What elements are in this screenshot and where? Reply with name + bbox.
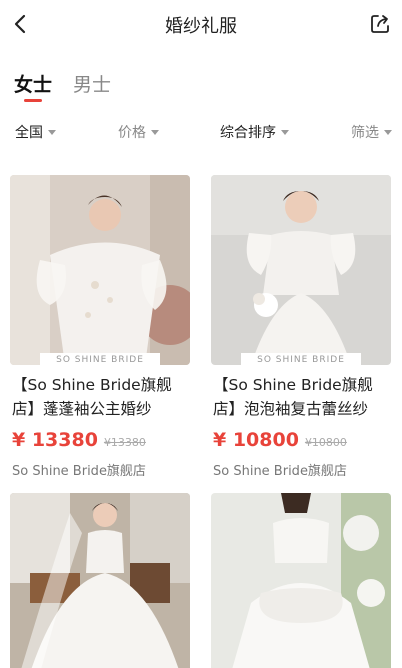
product-list-page: 婚纱礼服 女士 男士 全国 价格 综合排序 筛选 SO SHINE BRIDE … [0, 0, 402, 668]
shop-name: So Shine Bride旗舰店 [12, 464, 146, 479]
product-image [211, 493, 391, 668]
product-image [10, 493, 190, 668]
more-filter[interactable]: 筛选 [351, 122, 392, 142]
product-price: ¥ 10800 ¥10800 [213, 429, 347, 451]
caret-down-icon [151, 129, 159, 135]
product-image [211, 175, 391, 365]
tab-active-indicator [24, 99, 42, 102]
filter-bar: 全国 价格 综合排序 筛选 [0, 118, 402, 144]
tab-men[interactable]: 男士 [73, 70, 111, 97]
sort-filter[interactable]: 综合排序 [220, 122, 289, 142]
sort-filter-label: 综合排序 [220, 125, 276, 141]
original-price: ¥10800 [304, 436, 347, 449]
product-image [10, 175, 190, 365]
caret-down-icon [48, 129, 56, 135]
price-filter[interactable]: 价格 [118, 122, 159, 142]
caret-down-icon [384, 129, 392, 135]
tab-women[interactable]: 女士 [14, 70, 52, 97]
product-title: 【So Shine Bride旗舰店】蓬蓬袖公主婚纱 [12, 376, 172, 418]
brand-watermark: SO SHINE BRIDE [241, 353, 361, 367]
share-icon [371, 15, 389, 33]
back-button[interactable] [8, 10, 32, 38]
share-button[interactable] [366, 10, 394, 38]
chevron-left-icon [14, 14, 26, 34]
page-title: 婚纱礼服 [165, 16, 237, 37]
product-title: 【So Shine Bride旗舰店】泡泡袖复古蕾丝纱 [213, 376, 373, 418]
product-price: ¥ 13380 ¥13380 [12, 429, 146, 451]
region-filter-label: 全国 [15, 125, 43, 141]
price-filter-label: 价格 [118, 125, 146, 141]
caret-down-icon [281, 129, 289, 135]
shop-name: So Shine Bride旗舰店 [213, 464, 347, 479]
region-filter[interactable]: 全国 [15, 122, 56, 142]
current-price: ¥ 13380 [12, 429, 98, 451]
more-filter-label: 筛选 [351, 125, 379, 141]
current-price: ¥ 10800 [213, 429, 299, 451]
brand-watermark: SO SHINE BRIDE [40, 353, 160, 367]
original-price: ¥13380 [103, 436, 146, 449]
nav-header: 婚纱礼服 [0, 0, 402, 48]
